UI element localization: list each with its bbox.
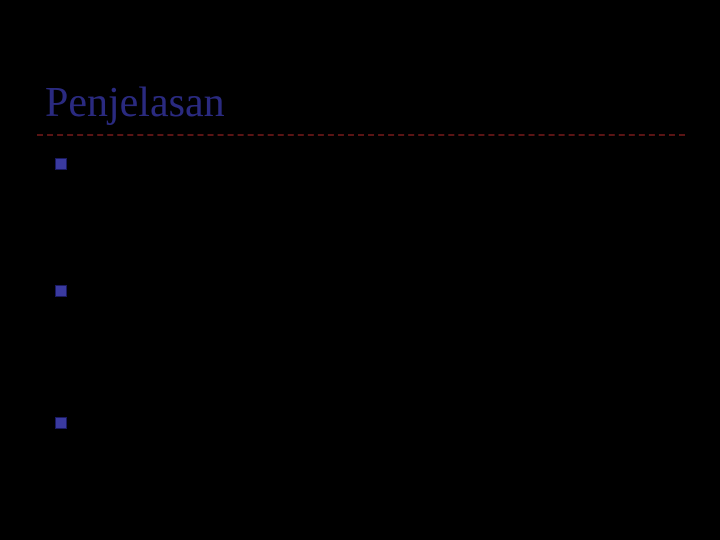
bullet-icon: [55, 285, 67, 297]
bullet-icon: [55, 417, 67, 429]
bullet-icon: [55, 158, 67, 170]
slide-container: Penjelasan: [18, 18, 702, 516]
title-underline: [37, 134, 685, 136]
slide-title: Penjelasan: [45, 79, 225, 127]
